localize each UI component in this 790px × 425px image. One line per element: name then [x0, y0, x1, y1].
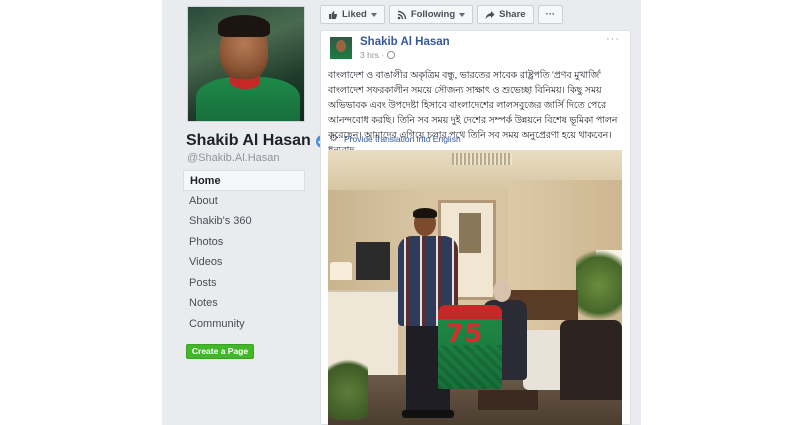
photo-lamp — [330, 262, 352, 280]
photo-door-glass — [459, 213, 481, 253]
jersey-number: 75 — [446, 319, 483, 349]
profile-picture[interactable] — [187, 6, 305, 122]
photo-jersey: 75 — [438, 305, 502, 389]
post-time-text[interactable]: 3 hrs · — [360, 50, 384, 60]
thumbs-up-icon — [329, 10, 338, 19]
post-photo[interactable]: 75 — [328, 150, 622, 425]
nav-item-notes[interactable]: Notes — [183, 293, 305, 314]
photo-chair — [560, 320, 622, 400]
page-nav: Home About Shakib's 360 Photos Videos Po… — [183, 170, 305, 334]
post-author[interactable]: Shakib Al Hasan — [360, 36, 450, 48]
page-title[interactable]: Shakib Al Hasan — [186, 132, 329, 150]
post-timestamp[interactable]: 3 hrs · — [360, 50, 396, 60]
photo-ceiling-vent — [452, 153, 512, 165]
following-button[interactable]: Following — [388, 5, 474, 24]
page-username[interactable]: @Shakib.Al.Hasan — [187, 152, 280, 164]
photo-table — [478, 390, 538, 410]
nav-item-videos[interactable]: Videos — [183, 252, 305, 273]
create-page-button[interactable]: Create a Page — [186, 344, 254, 359]
nav-item-posts[interactable]: Posts — [183, 273, 305, 294]
profile-hair — [218, 15, 270, 37]
share-label: Share — [499, 9, 526, 20]
photo-plant-left — [328, 350, 368, 420]
chevron-down-icon — [370, 12, 377, 17]
author-avatar[interactable] — [330, 37, 352, 59]
standing-man-shoes — [402, 410, 454, 418]
more-label: ··· — [545, 9, 556, 20]
liked-button[interactable]: Liked — [320, 5, 385, 24]
chevron-down-icon — [459, 12, 466, 17]
share-arrow-icon — [485, 10, 495, 19]
post-card: Shakib Al Hasan 3 hrs · ··· বাংলাদেশ ও ব… — [320, 30, 631, 425]
nav-item-community[interactable]: Community — [183, 314, 305, 335]
gear-icon: ⚙ — [329, 133, 338, 144]
post-body-text: বাংলাদেশ ও বাঙালীর অকৃত্রিম বন্ধু, ভারতে… — [328, 70, 618, 155]
nav-item-home[interactable]: Home — [183, 170, 305, 191]
translate-link[interactable]: Provide translation into English — [344, 134, 461, 144]
seated-man-head — [493, 280, 511, 302]
page-name-text[interactable]: Shakib Al Hasan — [186, 132, 311, 150]
photo-plant-right — [576, 240, 622, 330]
nav-item-360[interactable]: Shakib's 360 — [183, 211, 305, 232]
nav-item-photos[interactable]: Photos — [183, 232, 305, 253]
standing-man-hair — [413, 208, 437, 218]
share-button[interactable]: Share — [477, 5, 534, 24]
photo-tv — [356, 242, 390, 280]
more-button[interactable]: ··· — [537, 5, 564, 24]
post-options-icon[interactable]: ··· — [606, 33, 620, 45]
following-label: Following — [410, 9, 456, 20]
liked-label: Liked — [342, 9, 367, 20]
page-action-bar: Liked Following Share ··· — [320, 5, 564, 24]
nav-item-about[interactable]: About — [183, 191, 305, 212]
rss-icon — [397, 10, 407, 19]
globe-icon — [387, 51, 396, 59]
translate-row[interactable]: ⚙ Provide translation into English — [329, 133, 461, 144]
